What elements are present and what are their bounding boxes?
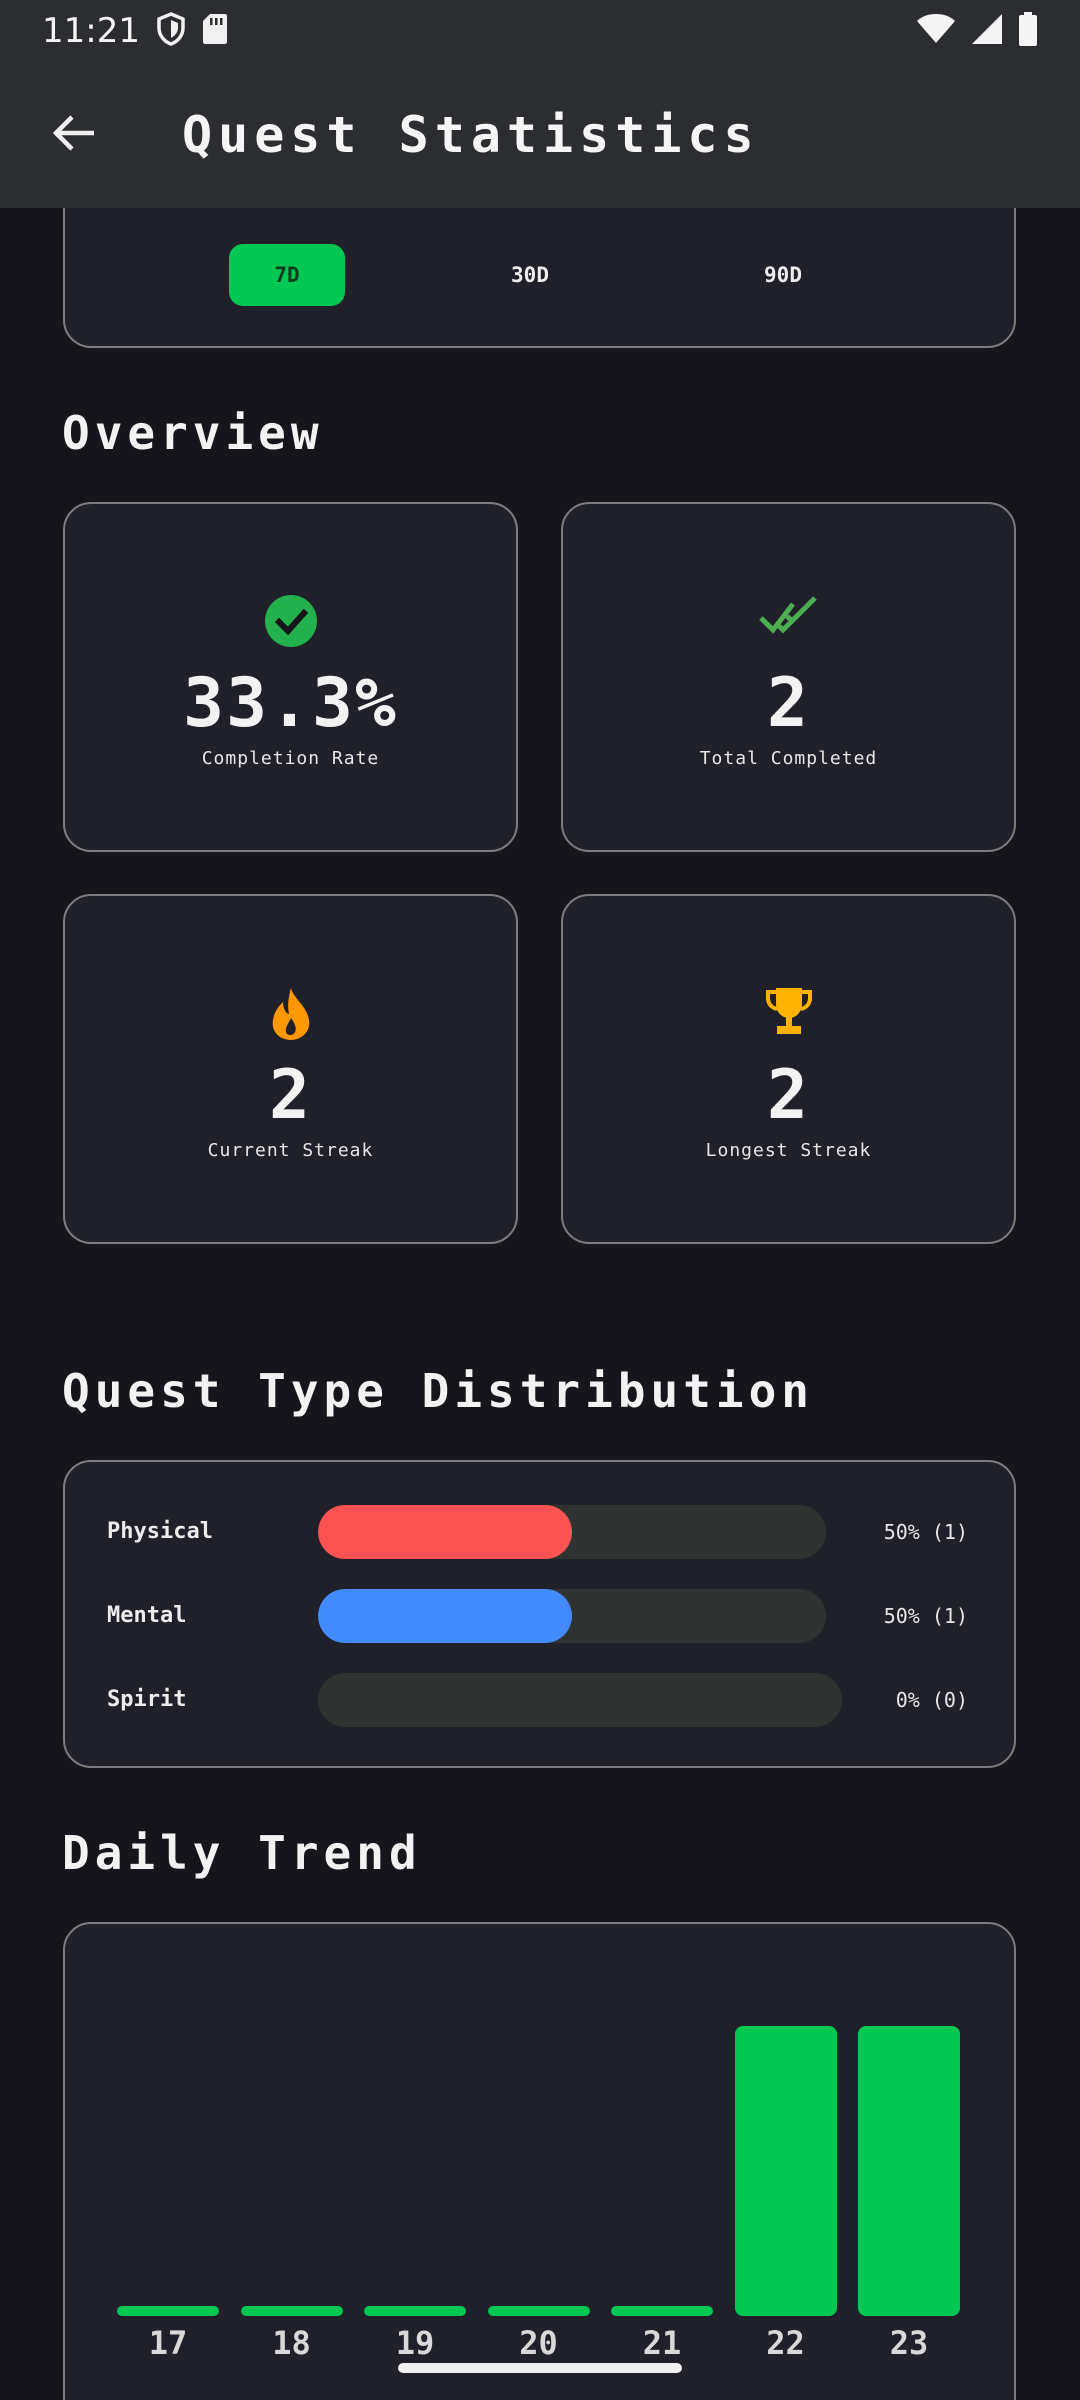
shield-icon <box>156 12 186 50</box>
distribution-row-mental: Mental 50% (1) <box>65 1589 1014 1643</box>
total-completed-card: 2 Total Completed <box>561 502 1016 852</box>
cellular-signal-icon <box>970 13 1004 49</box>
page-title: Quest Statistics <box>182 106 760 164</box>
current-streak-card: 2 Current Streak <box>63 894 518 1244</box>
period-30d-button[interactable]: 30D <box>472 244 588 306</box>
distribution-row-physical: Physical 50% (1) <box>65 1505 1014 1559</box>
check-circle-icon <box>65 594 516 648</box>
daily-trend-chart: 17 18 19 20 21 22 23 <box>63 1922 1016 2400</box>
trend-bar-label-22: 22 <box>766 2324 805 2362</box>
total-completed-value: 2 <box>767 664 810 743</box>
total-completed-label: Total Completed <box>699 748 878 769</box>
longest-streak-label: Longest Streak <box>705 1140 872 1161</box>
overview-title: Overview <box>62 406 324 460</box>
distribution-label: Mental <box>107 1603 187 1628</box>
status-time: 11:21 <box>42 11 140 51</box>
distribution-row-spirit: Spirit 0% (0) <box>65 1673 1014 1727</box>
trend-bar-23 <box>858 2026 960 2316</box>
trend-bar-label-18: 18 <box>272 2324 311 2362</box>
trend-bar-19 <box>364 2306 466 2316</box>
arrow-left-icon <box>52 113 96 157</box>
wifi-icon <box>916 13 956 49</box>
status-bar: 11:21 <box>0 0 1080 62</box>
current-streak-label: Current Streak <box>207 1140 374 1161</box>
distribution-value: 50% (1) <box>883 1520 968 1544</box>
distribution-label: Spirit <box>107 1687 187 1712</box>
longest-streak-card: 2 Longest Streak <box>561 894 1016 1244</box>
completion-rate-label: Completion Rate <box>201 748 380 769</box>
screen-content: 7D 30D 90D Overview 33.3% Completion Rat… <box>0 0 1080 2400</box>
trend-bar-17 <box>117 2306 219 2316</box>
longest-streak-value: 2 <box>767 1056 810 1135</box>
distribution-value: 0% (0) <box>895 1688 968 1712</box>
distribution-track <box>318 1589 826 1643</box>
back-button[interactable] <box>26 87 122 183</box>
home-indicator[interactable] <box>398 2363 682 2373</box>
battery-icon <box>1018 12 1038 50</box>
trend-bar-label-21: 21 <box>642 2324 682 2362</box>
trend-bar-label-20: 20 <box>519 2324 558 2362</box>
trend-bar-label-19: 19 <box>395 2324 435 2362</box>
distribution-value: 50% (1) <box>883 1604 968 1628</box>
completion-rate-card: 33.3% Completion Rate <box>63 502 518 852</box>
distribution-label: Physical <box>107 1519 213 1544</box>
quest-type-distribution-title: Quest Type Distribution <box>62 1364 814 1418</box>
distribution-track <box>318 1505 826 1559</box>
distribution-fill-mental <box>318 1589 572 1643</box>
flame-icon <box>65 986 516 1042</box>
trend-bar-label-17: 17 <box>148 2324 188 2362</box>
trend-bar-18 <box>240 2306 343 2316</box>
distribution-fill-physical <box>318 1505 572 1559</box>
quest-type-distribution-card: Physical 50% (1) Mental 50% (1) Spirit 0… <box>63 1460 1016 1768</box>
period-90d-button[interactable]: 90D <box>725 244 841 306</box>
period-7d-button[interactable]: 7D <box>229 244 345 306</box>
sd-card-icon <box>202 13 228 49</box>
trend-bar-22 <box>734 2026 837 2316</box>
trend-bar-20 <box>487 2306 590 2316</box>
double-check-icon <box>563 594 1014 638</box>
trend-bar-21 <box>611 2306 713 2316</box>
daily-trend-title: Daily Trend <box>62 1826 422 1880</box>
distribution-track <box>318 1673 842 1727</box>
app-bar: Quest Statistics <box>0 62 1080 208</box>
current-streak-value: 2 <box>269 1056 312 1135</box>
completion-rate-value: 33.3% <box>183 664 398 743</box>
trophy-icon <box>563 986 1014 1038</box>
trend-bar-label-23: 23 <box>889 2324 929 2362</box>
